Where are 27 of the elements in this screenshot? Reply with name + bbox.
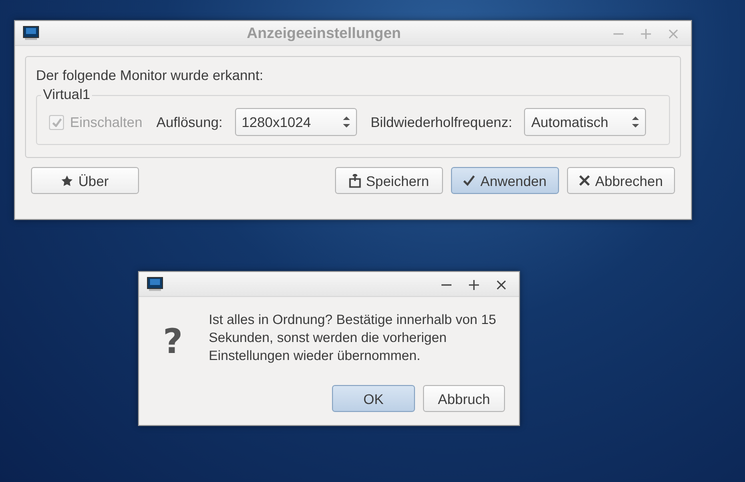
confirm-message: Ist alles in Ordnung? Bestätige innerhalb von 15 Sekunden, sonst werden die vorherigen Einstellungen wieder übernommen. xyxy=(208,311,498,365)
resolution-spinner[interactable]: 1280x1024 xyxy=(234,108,357,136)
checkmark-icon xyxy=(463,175,476,186)
resolution-label: Auflösung: xyxy=(156,114,223,130)
window-title: Anzeigeeinstellungen xyxy=(246,24,402,42)
cancel-button[interactable]: Abbrechen xyxy=(567,167,675,194)
star-icon xyxy=(61,174,74,186)
close-icon xyxy=(579,175,590,186)
window-control-button[interactable]: × xyxy=(492,274,511,294)
question-icon: ? xyxy=(163,325,183,385)
save-icon xyxy=(348,174,361,188)
dialog-button[interactable]: Abbruch xyxy=(423,385,505,412)
window-control-button[interactable]: + xyxy=(464,274,484,294)
group-title: Virtual1 xyxy=(41,86,92,102)
about-button[interactable]: Über xyxy=(31,167,139,194)
window-control-button[interactable]: − xyxy=(436,274,456,294)
dialog-button[interactable]: OK xyxy=(332,385,415,412)
apply-button[interactable]: Anwenden xyxy=(451,167,559,194)
refresh-rate-label: Bildwiederholfrequenz: xyxy=(370,114,512,130)
detected-label: Der folgende Monitor wurde erkannt: xyxy=(36,67,264,83)
refresh-rate-spinner[interactable]: Automatisch xyxy=(524,108,646,136)
checkmark-icon xyxy=(52,118,62,126)
save-button[interactable]: Speichern xyxy=(335,167,443,194)
spin-arrows-icon xyxy=(632,116,640,128)
spin-arrows-icon xyxy=(342,116,350,128)
monitor-icon xyxy=(147,277,163,291)
monitor-icon xyxy=(23,26,39,40)
